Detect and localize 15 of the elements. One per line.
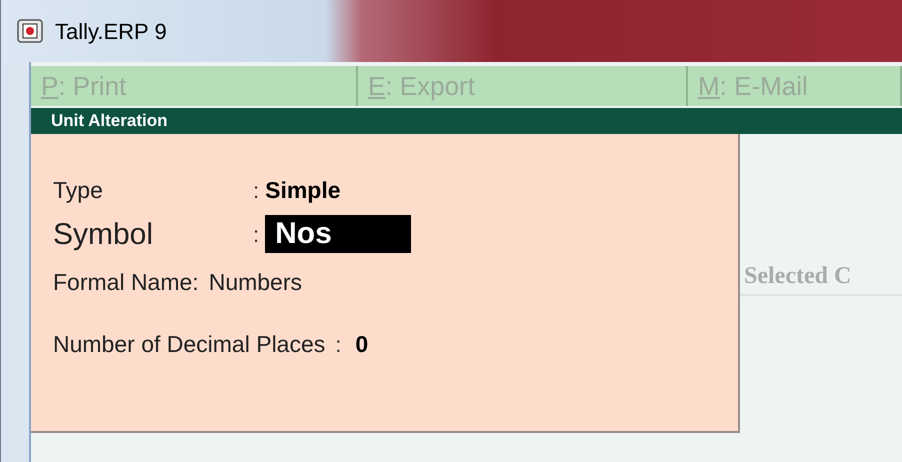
field-label: Formal Name: bbox=[53, 268, 199, 297]
field-label: Number of Decimal Places bbox=[53, 330, 326, 359]
separator: : bbox=[335, 330, 342, 358]
background-label: Selected C bbox=[743, 263, 852, 289]
field-value: Numbers bbox=[208, 268, 302, 297]
screen-title: Unit Alteration bbox=[51, 110, 168, 132]
window-title: Tally.ERP 9 bbox=[55, 18, 167, 46]
app-icon bbox=[17, 19, 43, 43]
separator: : bbox=[253, 220, 260, 248]
field-label: Symbol bbox=[53, 216, 154, 252]
field-value: Simple bbox=[265, 176, 341, 205]
focused-input-field[interactable]: Nos bbox=[265, 215, 412, 253]
field-value: 0 bbox=[355, 330, 368, 359]
field-label: Type bbox=[53, 176, 104, 205]
separator: : bbox=[253, 176, 260, 204]
